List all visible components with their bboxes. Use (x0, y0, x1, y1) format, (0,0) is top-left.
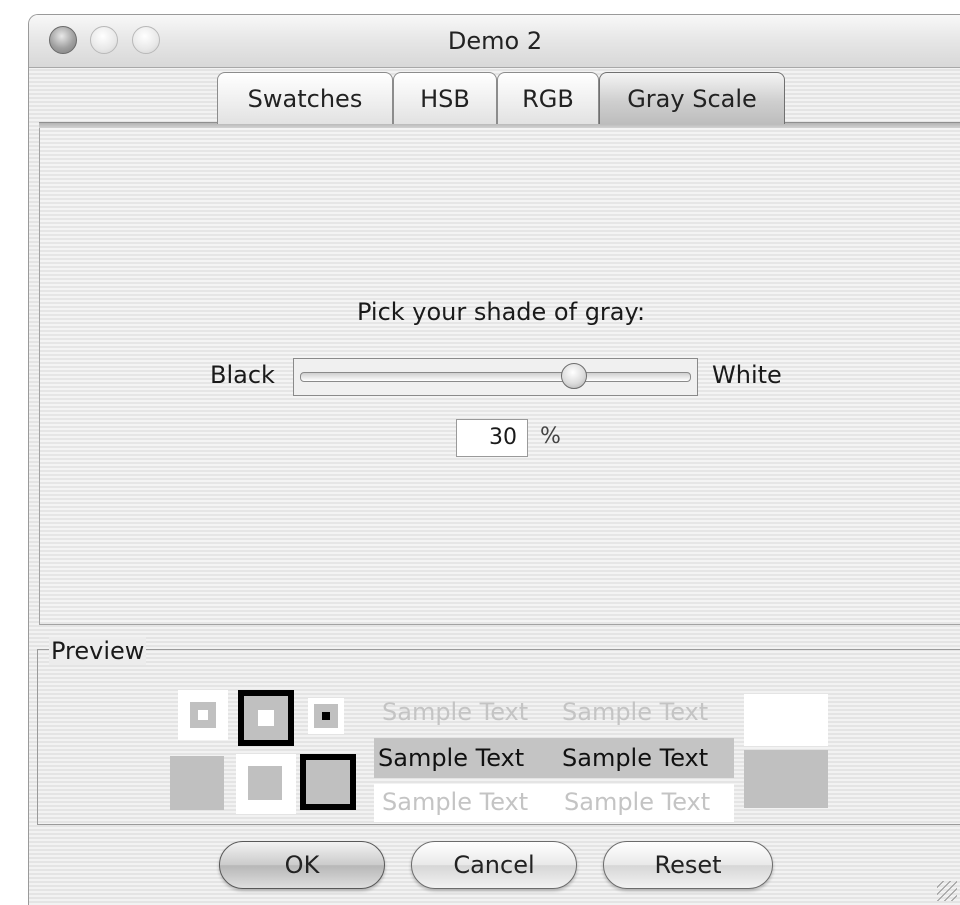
swatch-gray-block (744, 750, 828, 808)
demo-window: Demo 2 Swatches HSB RGB Gray Scale Pick … (28, 14, 960, 905)
swatch-white-block (744, 694, 828, 746)
swatch-dot-center (322, 712, 330, 720)
swatch-black-border-center (258, 710, 274, 726)
sample-text-light-4: Sample Text (564, 788, 711, 816)
resize-grip-icon[interactable] (937, 881, 957, 901)
title-bar[interactable]: Demo 2 (29, 15, 960, 68)
tab-swatches[interactable]: Swatches (217, 72, 393, 124)
ok-button[interactable]: OK (219, 841, 385, 889)
tab-hsb[interactable]: HSB (393, 72, 497, 124)
slider-thumb[interactable] (560, 363, 587, 389)
gray-value-field[interactable]: 30 (456, 419, 528, 457)
tab-rgb[interactable]: RGB (497, 72, 599, 124)
swatch-medium-gray (248, 766, 282, 800)
slider-max-label: White (712, 361, 782, 389)
slider-min-label: Black (210, 361, 275, 389)
sample-text-light-1: Sample Text (382, 698, 529, 726)
swatch-solid-large (170, 756, 224, 810)
preview-group: Sample Text Sample Text Sample Text Samp… (37, 649, 960, 825)
sample-text-light-3: Sample Text (382, 788, 529, 816)
tab-gray-scale[interactable]: Gray Scale (599, 72, 785, 124)
gray-prompt: Pick your shade of gray: (356, 298, 646, 326)
slider-track[interactable] (300, 372, 691, 382)
sample-text-dark-1: Sample Text (378, 744, 525, 772)
gray-slider[interactable] (293, 358, 698, 396)
window-title: Demo 2 (447, 27, 543, 55)
swatch-black-border-large (300, 754, 356, 810)
sample-text-light-2: Sample Text (562, 698, 709, 726)
swatch-small-center (198, 710, 208, 720)
percent-unit-label: % (540, 424, 561, 449)
gray-scale-panel: Pick your shade of gray: Black White 30 … (39, 128, 960, 625)
sample-text-dark-2: Sample Text (562, 744, 709, 772)
cancel-button[interactable]: Cancel (411, 841, 577, 889)
preview-title: Preview (49, 637, 147, 665)
reset-button[interactable]: Reset (603, 841, 773, 889)
